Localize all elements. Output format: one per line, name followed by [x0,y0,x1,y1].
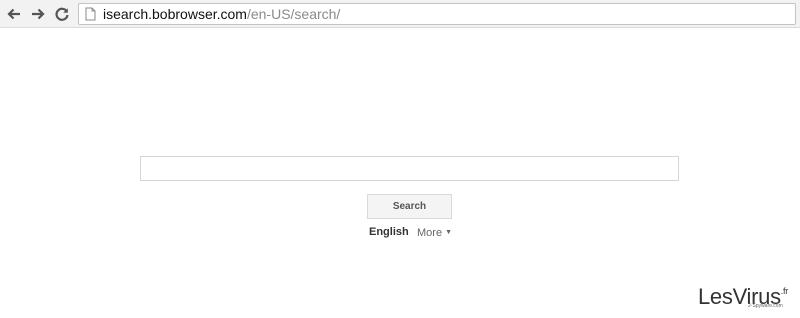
watermark-logo-suffix: .fr [780,286,788,296]
search-button[interactable]: Search [367,194,452,219]
more-label: More [417,227,443,239]
reload-icon [54,6,70,22]
url-text[interactable]: isearch.bobrowser.com/en-US/search/ [103,6,340,23]
page-icon [85,7,96,26]
watermark-tagline: 2-Spyware.com [748,303,783,309]
search-input[interactable] [140,156,679,181]
language-english-link[interactable]: English [369,226,409,239]
watermark: LesVirus.fr 2-Spyware.com [698,279,798,313]
forward-button[interactable] [28,4,48,24]
address-bar[interactable]: isearch.bobrowser.com/en-US/search/ [78,3,796,25]
dropdown-arrow-icon: ▼ [445,229,453,236]
browser-toolbar: isearch.bobrowser.com/en-US/search/ [0,0,800,28]
url-path: /en-US/search/ [246,6,341,22]
reload-button[interactable] [52,4,72,24]
url-host: isearch.bobrowser.com [103,6,247,22]
forward-arrow-icon [30,6,46,22]
back-button[interactable] [4,4,24,24]
more-languages-dropdown[interactable]: More ▼ [417,226,452,240]
back-arrow-icon [6,6,22,22]
